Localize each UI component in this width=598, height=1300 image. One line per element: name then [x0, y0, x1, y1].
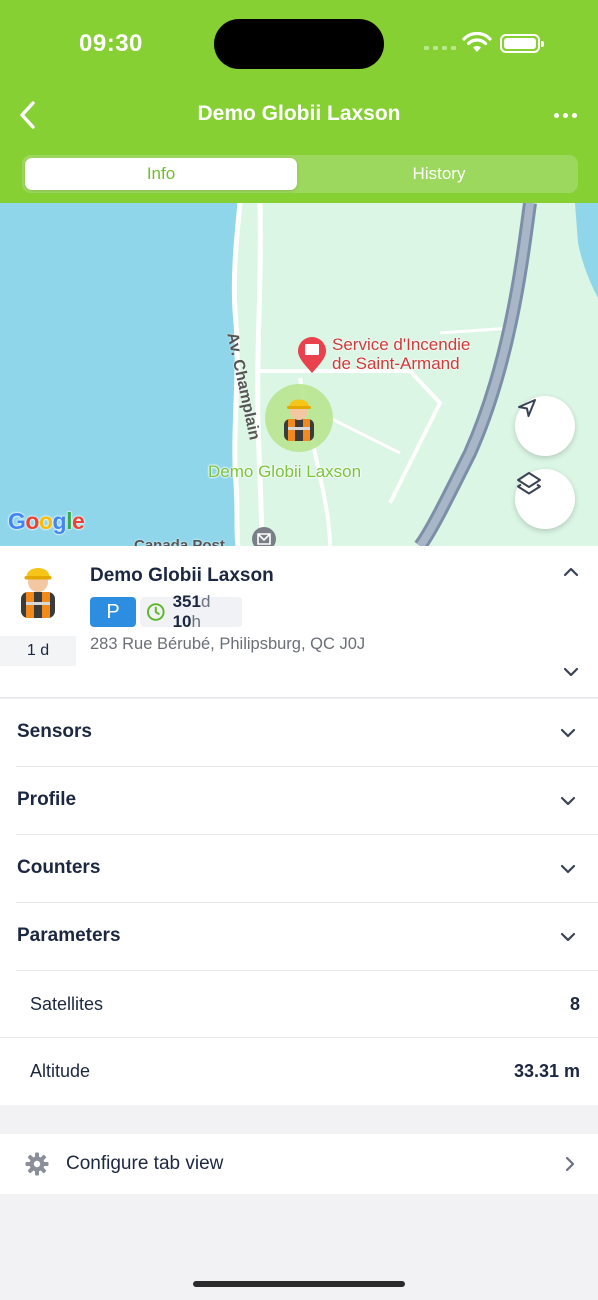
elapsed-days: 351	[172, 592, 201, 611]
status-time: 09:30	[79, 30, 143, 57]
configure-label: Configure tab view	[66, 1153, 224, 1174]
layers-icon	[517, 472, 541, 495]
object-name: Demo Globii Laxson	[90, 565, 274, 586]
section-label: Profile	[17, 789, 77, 810]
header-bar: 09:30 Demo Globii Laxson Info History	[0, 0, 598, 203]
map-layers-button[interactable]	[515, 469, 575, 529]
back-button[interactable]	[8, 95, 48, 135]
section-label: Sensors	[17, 721, 92, 742]
avatar: 1 d	[0, 560, 76, 666]
poi-label: Service d'Incendie de Saint-Armand	[332, 335, 471, 373]
more-dot-icon	[571, 112, 577, 118]
parking-status-badge: P	[90, 597, 136, 627]
elapsed-time-chip: 351d 10h	[140, 592, 242, 631]
parameter-value: 33.31 m	[513, 1061, 580, 1081]
parameter-label: Altitude	[30, 1061, 91, 1081]
configure-tab-view-row[interactable]: Configure tab view	[0, 1134, 598, 1194]
chevron-right-icon	[565, 1156, 575, 1172]
parameter-value: 8	[569, 994, 580, 1014]
section-label: Counters	[17, 857, 101, 878]
duration-badge: 1 d	[0, 636, 76, 666]
chevron-down-icon	[560, 864, 576, 874]
section-counters[interactable]: Counters	[16, 835, 598, 903]
locate-button[interactable]	[515, 396, 575, 456]
section-profile[interactable]: Profile	[16, 767, 598, 835]
home-indicator[interactable]	[193, 1281, 405, 1287]
chevron-down-icon	[560, 932, 576, 942]
section-label: Parameters	[17, 925, 121, 946]
wifi-icon	[462, 32, 492, 52]
google-logo: Google	[8, 508, 85, 534]
collapse-button[interactable]	[556, 560, 586, 584]
chevron-left-icon	[20, 101, 35, 129]
elapsed-days-unit: d	[200, 592, 211, 611]
navigation-arrow-icon	[518, 399, 536, 417]
more-dot-icon	[553, 112, 559, 118]
chevron-up-icon	[563, 567, 579, 577]
cellular-signal-icon	[424, 46, 456, 50]
more-dot-icon	[562, 112, 568, 118]
object-address: 283 Rue Bérubé, Philipsburg, QC J0J	[90, 635, 366, 653]
info-sections: Sensors Profile Counters Parameters Sate…	[0, 699, 598, 1105]
tab-switcher: Info History	[22, 155, 578, 193]
chevron-down-icon	[560, 728, 576, 738]
dynamic-island	[214, 19, 384, 69]
chevron-down-icon	[560, 796, 576, 806]
parameter-row-satellites: Satellites 8	[0, 971, 598, 1038]
expand-card-button[interactable]	[556, 660, 586, 684]
tab-history[interactable]: History	[303, 158, 575, 190]
section-sensors[interactable]: Sensors	[16, 699, 598, 767]
marker-label: Demo Globii Laxson	[208, 462, 362, 481]
worker-avatar-icon	[21, 568, 55, 618]
partial-place-label: Canada Post	[134, 537, 225, 546]
map-view[interactable]: Av. Champlain Service d'Incendie de Sain…	[0, 203, 598, 546]
parameter-row-altitude: Altitude 33.31 m	[0, 1038, 598, 1105]
parameter-label: Satellites	[30, 994, 104, 1014]
elapsed-hours-unit: h	[191, 612, 201, 631]
gear-icon	[25, 1152, 49, 1176]
more-options-button[interactable]	[545, 100, 585, 130]
object-card[interactable]: 1 d Demo Globii Laxson P 351d 10h 283 Ru…	[0, 546, 598, 698]
chevron-down-icon	[563, 667, 579, 677]
battery-icon	[500, 34, 544, 53]
elapsed-hours: 10	[172, 612, 192, 631]
page-title: Demo Globii Laxson	[197, 102, 401, 125]
map-base	[0, 203, 598, 546]
tab-info[interactable]: Info	[25, 158, 297, 190]
section-parameters[interactable]: Parameters	[16, 903, 598, 971]
clock-icon	[146, 603, 165, 621]
